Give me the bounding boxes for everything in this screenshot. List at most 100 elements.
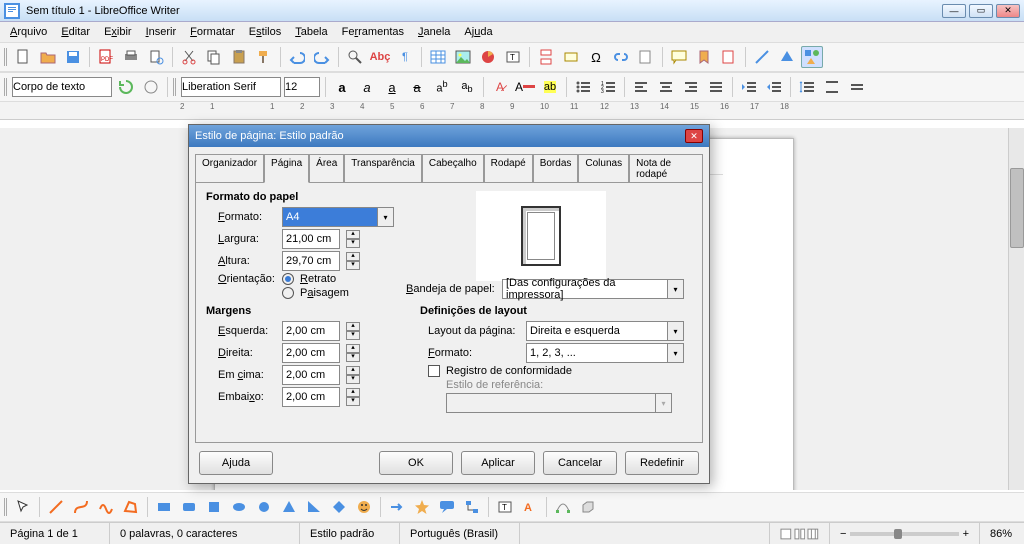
- line-button[interactable]: [751, 46, 773, 68]
- status-insert-mode[interactable]: [520, 523, 770, 544]
- menu-inserir[interactable]: Inserir: [140, 24, 183, 40]
- margin-right-spinner[interactable]: ▴▾: [346, 344, 360, 362]
- menu-arquivo[interactable]: Arquivo: [4, 24, 53, 40]
- clone-format-button[interactable]: [253, 46, 275, 68]
- bullet-list-button[interactable]: [572, 76, 594, 98]
- layout-format-value[interactable]: 1, 2, 3, ...: [526, 343, 668, 363]
- fontwork-tool-button[interactable]: A: [519, 496, 541, 518]
- textbox-button[interactable]: T: [502, 46, 524, 68]
- footnote-button[interactable]: [635, 46, 657, 68]
- cancel-button[interactable]: Cancelar: [543, 451, 617, 475]
- bold-button[interactable]: a: [331, 76, 353, 98]
- callout-tool-button[interactable]: [436, 496, 458, 518]
- image-button[interactable]: [452, 46, 474, 68]
- menu-ajuda[interactable]: Ajuda: [458, 24, 498, 40]
- paper-tray-value[interactable]: [Das configurações da impressora]: [502, 279, 668, 299]
- points-tool-button[interactable]: [552, 496, 574, 518]
- orientation-portrait-radio[interactable]: [282, 273, 294, 285]
- clear-formatting-button[interactable]: A̷: [489, 76, 511, 98]
- maximize-button[interactable]: ▭: [969, 4, 993, 18]
- rectangle-tool-button[interactable]: [153, 496, 175, 518]
- font-color-button[interactable]: A: [514, 76, 536, 98]
- apply-button[interactable]: Aplicar: [461, 451, 535, 475]
- margin-bottom-field[interactable]: 2,00 cm: [282, 387, 340, 407]
- superscript-button[interactable]: ab: [431, 76, 453, 98]
- font-size-select[interactable]: [284, 77, 320, 97]
- align-center-button[interactable]: [655, 76, 677, 98]
- paper-tray-combo[interactable]: [Das configurações da impressora] ▾: [502, 279, 684, 299]
- align-right-button[interactable]: [680, 76, 702, 98]
- star-tool-button[interactable]: [411, 496, 433, 518]
- circle-tool-button[interactable]: [253, 496, 275, 518]
- layout-format-combo[interactable]: 1, 2, 3, ...▾: [526, 343, 684, 363]
- square-tool-button[interactable]: [203, 496, 225, 518]
- print-button[interactable]: [120, 46, 142, 68]
- freeform-tool-button[interactable]: [95, 496, 117, 518]
- page-layout-combo[interactable]: Direita e esquerda▾: [526, 321, 684, 341]
- para-spacing-decrease-button[interactable]: [846, 76, 868, 98]
- highlight-button[interactable]: ab: [539, 76, 561, 98]
- nonprinting-button[interactable]: ¶: [394, 46, 416, 68]
- chevron-down-icon[interactable]: ▾: [668, 279, 684, 299]
- margin-bottom-spinner[interactable]: ▴▾: [346, 388, 360, 406]
- margin-left-field[interactable]: 2,00 cm: [282, 321, 340, 341]
- subscript-button[interactable]: ab: [456, 76, 478, 98]
- status-page[interactable]: Página 1 de 1: [0, 523, 110, 544]
- status-words[interactable]: 0 palavras, 0 caracteres: [110, 523, 300, 544]
- tab-area[interactable]: Área: [309, 154, 344, 183]
- arrow-tool-button[interactable]: [386, 496, 408, 518]
- strikethrough-button[interactable]: a: [406, 76, 428, 98]
- menu-estilos[interactable]: Estilos: [243, 24, 287, 40]
- increase-indent-button[interactable]: [738, 76, 760, 98]
- format-value[interactable]: A4: [282, 207, 378, 227]
- special-char-button[interactable]: Ω: [585, 46, 607, 68]
- margin-top-field[interactable]: 2,00 cm: [282, 365, 340, 385]
- extrusion-tool-button[interactable]: [577, 496, 599, 518]
- ellipse-tool-button[interactable]: [228, 496, 250, 518]
- margin-right-field[interactable]: 2,00 cm: [282, 343, 340, 363]
- table-button[interactable]: [427, 46, 449, 68]
- line-spacing-button[interactable]: [796, 76, 818, 98]
- menu-ferramentas[interactable]: Ferramentas: [336, 24, 410, 40]
- tab-rodape[interactable]: Rodapé: [484, 154, 533, 183]
- horizontal-ruler[interactable]: 2 1 1 2 3 4 5 6 7 8 9 10 11 12 13 14 15 …: [0, 102, 1024, 120]
- para-spacing-increase-button[interactable]: [821, 76, 843, 98]
- curve-tool-button[interactable]: [70, 496, 92, 518]
- menu-formatar[interactable]: Formatar: [184, 24, 241, 40]
- tab-organizador[interactable]: Organizador: [195, 154, 264, 183]
- undo-button[interactable]: [286, 46, 308, 68]
- chart-button[interactable]: [477, 46, 499, 68]
- number-list-button[interactable]: 123: [597, 76, 619, 98]
- page-break-button[interactable]: [535, 46, 557, 68]
- flowchart-tool-button[interactable]: [461, 496, 483, 518]
- orientation-landscape-radio[interactable]: [282, 287, 294, 299]
- copy-button[interactable]: [203, 46, 225, 68]
- tab-colunas[interactable]: Colunas: [578, 154, 629, 183]
- save-button[interactable]: [62, 46, 84, 68]
- paste-button[interactable]: [228, 46, 250, 68]
- margin-left-spinner[interactable]: ▴▾: [346, 322, 360, 340]
- smiley-tool-button[interactable]: [353, 496, 375, 518]
- triangle-tool-button[interactable]: [278, 496, 300, 518]
- comment-button[interactable]: [668, 46, 690, 68]
- cut-button[interactable]: [178, 46, 200, 68]
- export-pdf-button[interactable]: PDF: [95, 46, 117, 68]
- dialog-close-button[interactable]: ✕: [685, 129, 703, 143]
- menu-exibir[interactable]: Exibir: [98, 24, 138, 40]
- find-replace-button[interactable]: [344, 46, 366, 68]
- minimize-button[interactable]: —: [942, 4, 966, 18]
- draw-functions-button[interactable]: [801, 46, 823, 68]
- print-preview-button[interactable]: [145, 46, 167, 68]
- menu-tabela[interactable]: Tabela: [289, 24, 333, 40]
- new-doc-button[interactable]: [12, 46, 34, 68]
- paragraph-style-select[interactable]: [12, 77, 112, 97]
- reset-button[interactable]: Redefinir: [625, 451, 699, 475]
- vertical-scrollbar[interactable]: [1008, 128, 1024, 490]
- status-view-layout[interactable]: [770, 523, 830, 544]
- textbox-tool-button[interactable]: T: [494, 496, 516, 518]
- select-tool-button[interactable]: [12, 496, 34, 518]
- tab-cabecalho[interactable]: Cabeçalho: [422, 154, 484, 183]
- polygon-tool-button[interactable]: [120, 496, 142, 518]
- redo-button[interactable]: [311, 46, 333, 68]
- ok-button[interactable]: OK: [379, 451, 453, 475]
